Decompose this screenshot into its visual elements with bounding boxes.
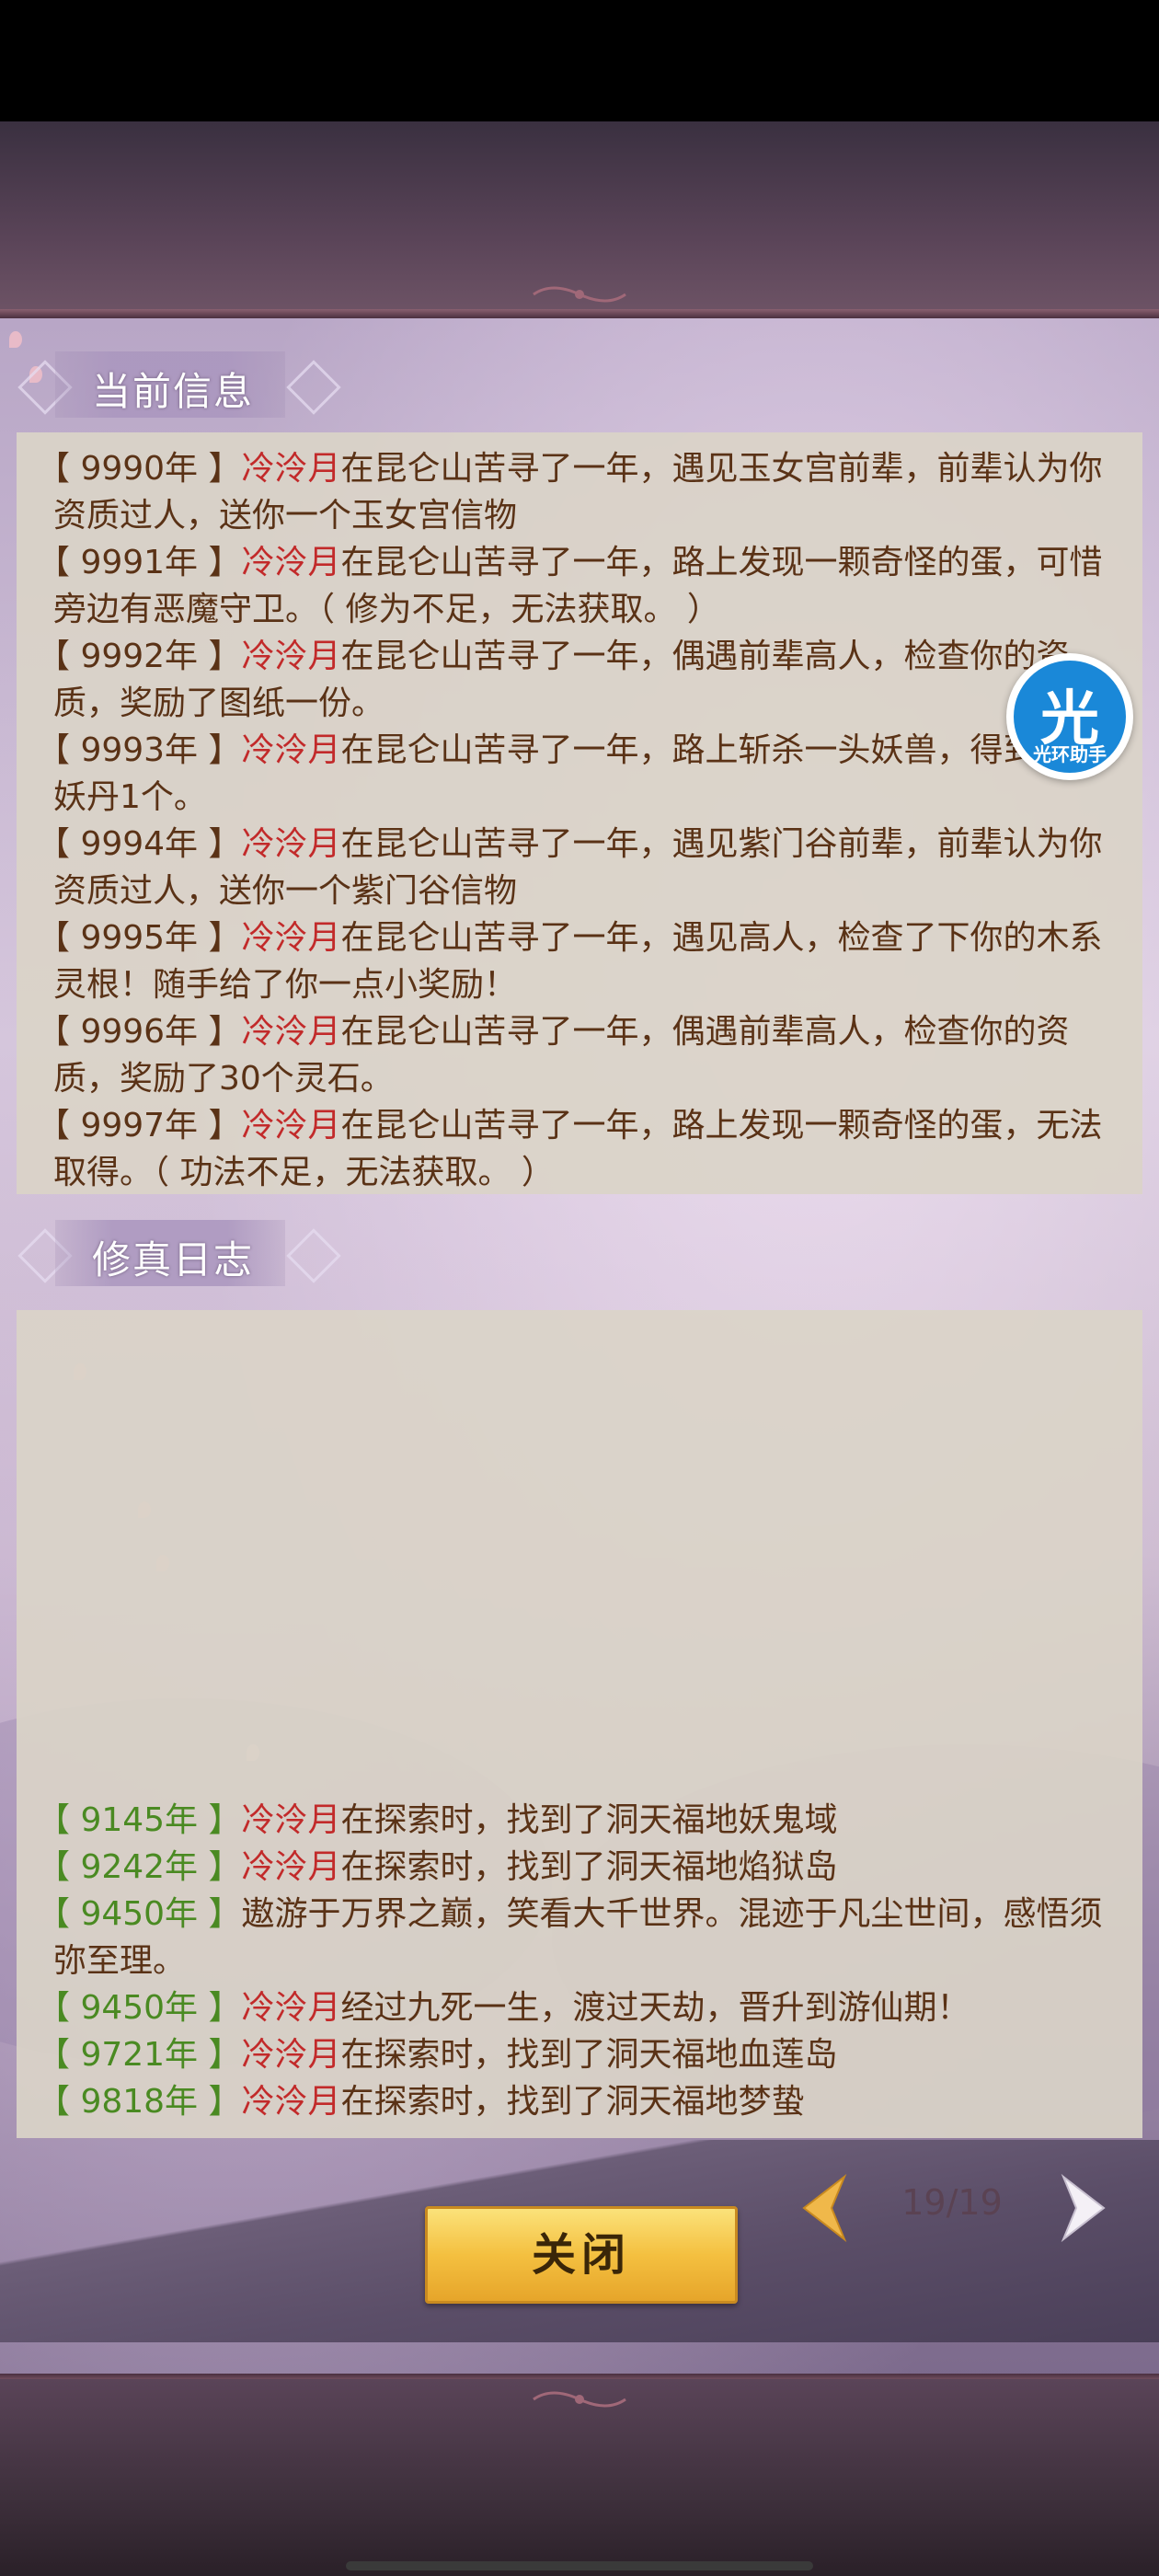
log-entry: 【 9818年 】冷泠月在探索时，找到了洞天福地梦蛰 <box>37 2083 805 2121</box>
cultivation-log-header: 修真日志 <box>17 1220 350 1286</box>
frame-ornament-top <box>533 286 626 303</box>
log-entry: 【 9995年 】冷泠月在昆仑山苦寻了一年，遇见高人，检查了下你的木系灵根！随手… <box>37 919 1103 1004</box>
assistant-badge[interactable]: 光 光环助手 <box>1006 653 1133 780</box>
log-entry: 【 9993年 】冷泠月在昆仑山苦寻了一年，路上斩杀一头妖兽，得到劣质妖丹1个。 <box>37 731 1103 816</box>
log-entry: 【 9450年 】冷泠月经过九死一生，渡过天劫，晋升到游仙期！ <box>37 1989 970 2027</box>
chevron-right-icon <box>286 360 341 415</box>
petal <box>9 331 22 348</box>
log-entry: 【 9991年 】冷泠月在昆仑山苦寻了一年，路上发现一颗奇怪的蛋，可惜旁边有恶魔… <box>37 544 1103 628</box>
badge-caption: 光环助手 <box>1033 743 1107 765</box>
close-button[interactable]: 关闭 <box>425 2206 738 2304</box>
log-entry: 【 9450年 】遨游于万界之巅，笑看大千世界。混迹于凡尘世间，感悟须弥至理。 <box>37 1895 1103 1980</box>
log-entry: 【 9242年 】冷泠月在探索时，找到了洞天福地焰狱岛 <box>37 1848 838 1886</box>
log-entry: 【 9721年 】冷泠月在探索时，找到了洞天福地血莲岛 <box>37 2036 838 2074</box>
next-page-arrow-icon[interactable] <box>1047 2171 1120 2245</box>
frame-ornament-bottom <box>533 2391 626 2408</box>
cultivation-log-panel[interactable]: 【 9145年 】冷泠月在探索时，找到了洞天福地妖鬼域 【 9242年 】冷泠月… <box>17 1310 1142 2138</box>
log-entry: 【 9994年 】冷泠月在昆仑山苦寻了一年，遇见紫门谷前辈，前辈认为你资质过人，… <box>37 825 1103 910</box>
log-entry: 【 9990年 】冷泠月在昆仑山苦寻了一年，遇见玉女宫前辈，前辈认为你资质过人，… <box>37 450 1103 535</box>
home-indicator[interactable] <box>346 2561 813 2570</box>
current-info-header: 当前信息 <box>17 351 350 418</box>
cultivation-log-title: 修真日志 <box>92 1237 255 1282</box>
current-info-title: 当前信息 <box>92 369 255 414</box>
log-entry: 【 9992年 】冷泠月在昆仑山苦寻了一年，偶遇前辈高人，检查你的资质，奖励了图… <box>37 638 1070 722</box>
prev-page-arrow-icon[interactable] <box>787 2171 861 2245</box>
log-entry: 【 9145年 】冷泠月在探索时，找到了洞天福地妖鬼域 <box>37 1801 838 1839</box>
top-frame-edge <box>0 309 1159 318</box>
page-indicator: 19/19 <box>901 2182 1003 2223</box>
log-entry: 【 9996年 】冷泠月在昆仑山苦寻了一年，偶遇前辈高人，检查你的资质，奖励了3… <box>37 1013 1070 1098</box>
chevron-right-icon <box>286 1228 341 1283</box>
log-list: 【 9145年 】冷泠月在探索时，找到了洞天福地妖鬼域 【 9242年 】冷泠月… <box>17 1797 1142 2125</box>
status-bar <box>0 0 1159 121</box>
log-entry: 【 9997年 】冷泠月在昆仑山苦寻了一年，路上发现一颗奇怪的蛋，无法取得。（ … <box>37 1107 1103 1191</box>
current-info-panel[interactable]: 【 9990年 】冷泠月在昆仑山苦寻了一年，遇见玉女宫前辈，前辈认为你资质过人，… <box>17 432 1142 1194</box>
